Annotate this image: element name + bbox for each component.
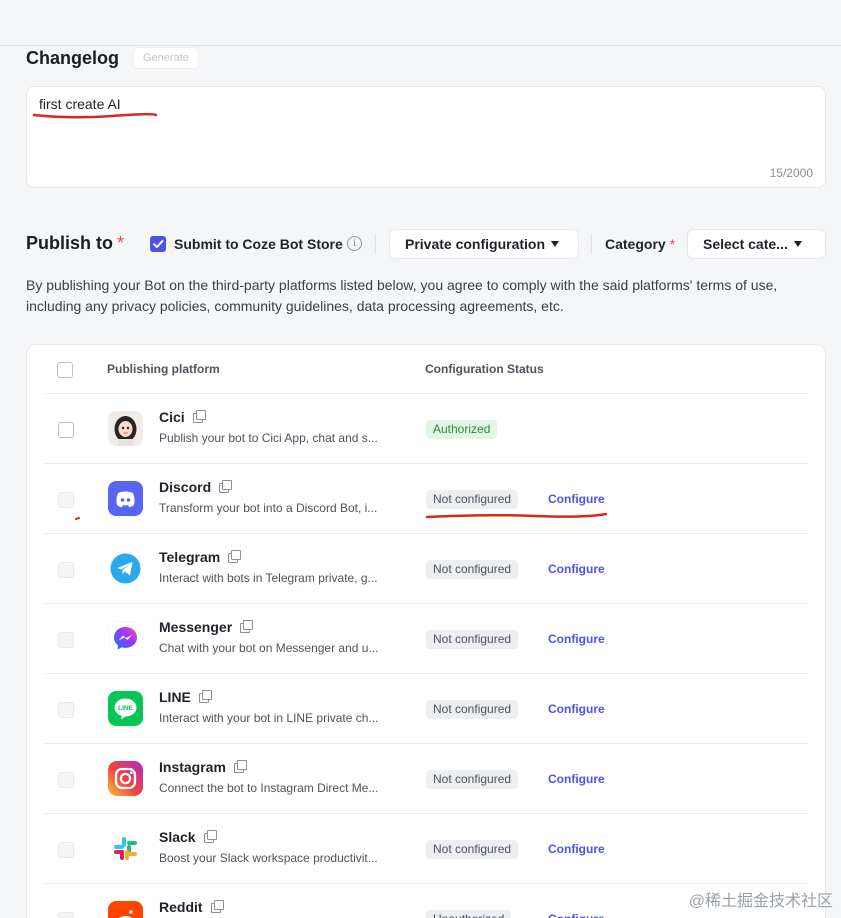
watermark: @稀土掘金技术社区 — [688, 893, 833, 910]
status-badge: Unauthorized — [426, 910, 512, 918]
slack-icon — [108, 831, 143, 866]
copy-icon[interactable] — [192, 410, 206, 423]
messenger-icon — [108, 621, 143, 656]
top-bar — [0, 0, 841, 46]
platform-description: Transform your bot into a Discord Bot, i… — [159, 501, 378, 515]
row-checkbox — [58, 772, 74, 788]
svg-text:LINE: LINE — [118, 705, 133, 712]
reddit-icon — [108, 901, 143, 918]
select-all-checkbox[interactable] — [57, 362, 73, 378]
status-badge: Not configured — [426, 490, 519, 509]
red-underline-annotation — [32, 112, 158, 119]
platform-row-slack: Slack Boost your Slack workspace producti… — [44, 813, 809, 883]
status-badge: Not configured — [426, 840, 519, 859]
platform-name: Discord — [159, 479, 233, 495]
configure-link[interactable]: Configure — [548, 562, 605, 576]
copy-icon[interactable] — [240, 620, 254, 633]
platform-name: Slack — [159, 829, 217, 845]
platform-name: Reddit — [159, 899, 224, 915]
platform-row-cici: Cici Publish your bot to Cici App, chat a… — [44, 393, 809, 463]
platform-name: Messenger — [159, 619, 254, 635]
cici-avatar-icon — [108, 411, 143, 446]
line-icon: LINE — [108, 691, 143, 726]
table-header: Publishing platform Configuration Status — [27, 345, 825, 393]
caret-down-icon — [793, 241, 802, 247]
status-badge: Not configured — [426, 560, 519, 579]
platform-description: Publish your bot to Cici App, chat and s… — [159, 431, 378, 445]
platform-description: Interact with your bot in LINE private c… — [159, 711, 379, 725]
copy-icon[interactable] — [228, 550, 242, 563]
row-checkbox[interactable] — [58, 422, 74, 438]
platform-description: Boost your Slack workspace productivit..… — [159, 851, 378, 865]
configure-link[interactable]: Configure — [548, 702, 605, 716]
platform-table: Publishing platform Configuration Status… — [26, 344, 826, 918]
generate-button[interactable]: Generate — [133, 47, 199, 69]
col-status-header: Configuration Status — [425, 362, 544, 376]
configure-link[interactable]: Configure — [548, 492, 605, 506]
platform-row-instagram: Instagram Connect the bot to Instagram Di… — [44, 743, 809, 813]
changelog-value: first create AI — [39, 96, 121, 112]
row-checkbox — [58, 562, 74, 578]
platform-name: LINE — [159, 689, 212, 705]
publish-panel: Changelog Generate first create AI 15/20… — [0, 46, 841, 918]
divider — [375, 234, 376, 254]
row-checkbox — [58, 632, 74, 648]
copy-icon[interactable] — [219, 480, 233, 493]
status-badge: Authorized — [426, 420, 498, 439]
caret-down-icon — [551, 241, 560, 247]
platform-row-discord: Discord Transform your bot into a Discord… — [44, 463, 809, 533]
info-icon[interactable]: i — [347, 236, 362, 251]
discord-icon — [108, 481, 143, 516]
platform-name: Telegram — [159, 549, 242, 565]
category-label: Category * — [605, 236, 676, 252]
platform-row-messenger: Messenger Chat with your bot on Messenger… — [44, 603, 809, 673]
changelog-title: Changelog — [26, 48, 119, 68]
platform-description: Connect the bot to Instagram Direct Me..… — [159, 781, 379, 795]
copy-icon[interactable] — [210, 900, 224, 913]
configure-link[interactable]: Configure — [548, 912, 605, 918]
store-checkbox-label[interactable]: Submit to Coze Bot Store — [174, 236, 343, 252]
publish-to-label: Publish to * — [26, 233, 125, 253]
configure-link[interactable]: Configure — [548, 772, 605, 786]
platform-row-line: LINE LINE Interact with your bot in LINE p… — [44, 673, 809, 743]
row-checkbox — [58, 702, 74, 718]
configure-link[interactable]: Configure — [548, 842, 605, 856]
platform-name: Instagram — [159, 759, 247, 775]
col-platform-header: Publishing platform — [107, 362, 220, 376]
char-counter: 15/2000 — [769, 166, 813, 180]
private-config-select[interactable]: Private configuration — [389, 229, 579, 259]
status-badge: Not configured — [426, 630, 519, 649]
checkmark-icon — [153, 240, 164, 248]
platform-name: Cici — [159, 409, 206, 425]
status-badge: Not configured — [426, 700, 519, 719]
status-badge: Not configured — [426, 770, 519, 789]
copy-icon[interactable] — [233, 760, 247, 773]
row-checkbox — [58, 842, 74, 858]
divider — [591, 234, 592, 254]
configure-link[interactable]: Configure — [548, 632, 605, 646]
platform-row-telegram: Telegram Interact with bots in Telegram p… — [44, 533, 809, 603]
platform-description: Chat with your bot on Messenger and u... — [159, 641, 379, 655]
instagram-icon — [108, 761, 143, 796]
copy-icon[interactable] — [198, 690, 212, 703]
disclaimer-text: By publishing your Bot on the third-part… — [26, 277, 778, 314]
store-checkbox[interactable] — [150, 236, 166, 252]
telegram-icon — [108, 551, 143, 586]
required-marker: * — [117, 233, 125, 253]
copy-icon[interactable] — [203, 830, 217, 843]
row-checkbox — [58, 492, 74, 508]
category-select[interactable]: Select cate... — [687, 229, 826, 259]
row-checkbox — [58, 912, 74, 918]
platform-description: Interact with bots in Telegram private, … — [159, 571, 378, 585]
changelog-textarea[interactable]: first create AI 15/2000 — [26, 86, 826, 188]
